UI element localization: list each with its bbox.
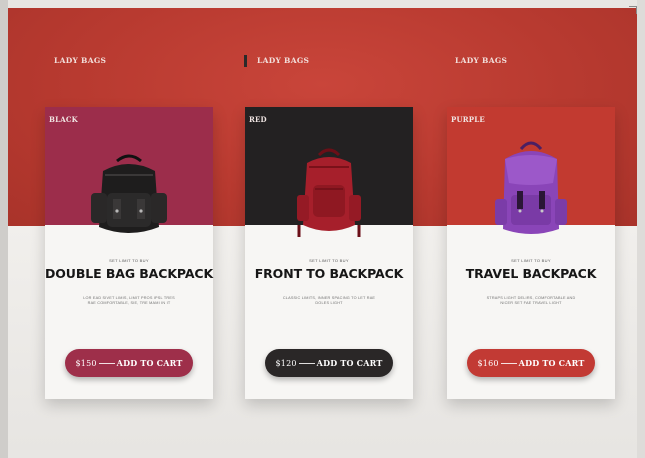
product-description: LOR EAD SIVET LIMIS, LIMIT PROS IPSL TRE…: [83, 296, 175, 306]
price-divider: [98, 362, 115, 364]
add-to-cart-label: ADD TO CART: [316, 358, 383, 368]
product-description: STRAPS LIGHT DELIRS, COMFORTABLE AND NIC…: [486, 296, 576, 306]
backpack-image[interactable]: [83, 149, 175, 245]
product-card-black[interactable]: BLACK SET LIMIT TO BUY DOUBLE BAG BACKPA…: [45, 107, 213, 399]
price: $160: [477, 358, 499, 368]
add-to-cart-button[interactable]: $160 ADD TO CART: [467, 349, 595, 377]
card-eyebrow: SET LIMIT TO BUY: [309, 258, 349, 263]
product-title: FRONT TO BACKPACK: [254, 266, 404, 281]
backpack-image[interactable]: [487, 137, 575, 245]
price-divider: [500, 362, 517, 364]
crop-mark: [629, 6, 637, 14]
add-to-cart-label: ADD TO CART: [518, 358, 585, 368]
color-label: BLACK: [49, 115, 78, 124]
category-label-1[interactable]: LADY BAGS: [54, 56, 106, 65]
left-edge: [0, 0, 8, 458]
product-card-red[interactable]: RED SET LIMIT TO BUY FRONT TO BACKPACK C…: [245, 107, 413, 399]
add-to-cart-button[interactable]: $150 ADD TO CART: [65, 349, 193, 377]
product-title: DOUBLE BAG BACKPACK: [45, 266, 214, 281]
product-description: CLASSIC LIMITS, INNER SPACING TO LET RAE…: [282, 296, 376, 306]
color-label: RED: [249, 115, 267, 124]
price: $120: [275, 358, 297, 368]
category-label-2[interactable]: LADY BAGS: [257, 56, 309, 65]
category-label-3[interactable]: LADY BAGS: [455, 56, 507, 65]
product-card-purple[interactable]: PURPLE SET LIMIT TO BUY TRAVEL BACKPACK …: [447, 107, 615, 399]
active-category-indicator: [244, 55, 247, 67]
card-eyebrow: SET LIMIT TO BUY: [109, 258, 149, 263]
product-title: TRAVEL BACKPACK: [465, 266, 597, 281]
add-to-cart-label: ADD TO CART: [116, 358, 183, 368]
right-edge: [637, 0, 645, 458]
price-divider: [298, 362, 315, 364]
price: $150: [75, 358, 97, 368]
color-label: PURPLE: [451, 115, 485, 124]
backpack-image[interactable]: [285, 145, 373, 245]
add-to-cart-button[interactable]: $120 ADD TO CART: [265, 349, 393, 377]
card-eyebrow: SET LIMIT TO BUY: [511, 258, 551, 263]
